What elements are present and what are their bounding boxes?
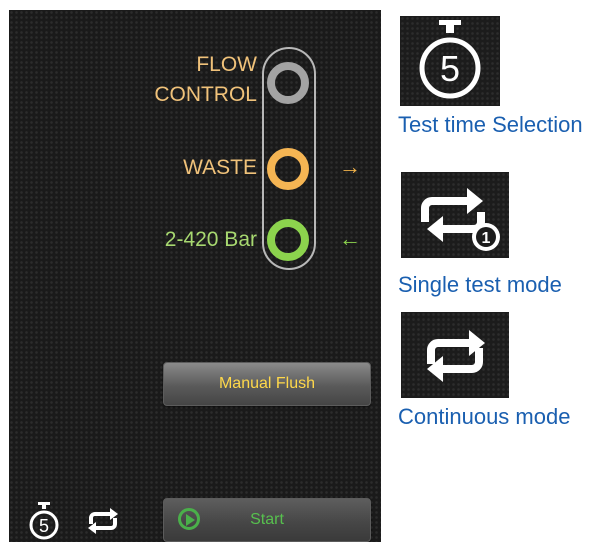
repeat-icon	[427, 330, 485, 382]
pressure-arrow-icon: ←	[339, 226, 361, 251]
start-button[interactable]: Start	[163, 498, 371, 542]
legend-continuous-label: Continuous mode	[398, 404, 571, 429]
green-ring-icon	[267, 219, 309, 261]
repeat-icon[interactable]	[83, 506, 123, 536]
pressure-range-label: 2-420 Bar	[164, 228, 257, 251]
timer-digit: 5	[39, 516, 49, 536]
repeat-once-icon: 1	[421, 188, 500, 251]
legend-stopwatch-tile: 5	[400, 16, 500, 106]
stopwatch-icon[interactable]: 5	[27, 501, 61, 541]
gray-ring-icon	[267, 62, 309, 104]
device-screen: FLOW CONTROL WASTE 2-420 Bar → ← Manual …	[9, 10, 381, 542]
waste-arrow-icon: →	[339, 154, 361, 179]
legend-single-tile: 1	[401, 172, 509, 258]
start-label: Start	[250, 511, 284, 528]
waste-label: WASTE	[183, 156, 257, 179]
play-icon	[178, 508, 200, 530]
flow-control-label: FLOW CONTROL	[154, 53, 257, 106]
manual-flush-button[interactable]: Manual Flush	[163, 362, 371, 406]
stopwatch-icon: 5	[419, 20, 481, 99]
legend-timer-digit: 5	[440, 48, 460, 89]
legend-single-test-label: Single test mode	[398, 272, 562, 297]
single-mode-digit: 1	[482, 230, 491, 247]
legend-continuous-tile	[401, 312, 509, 398]
legend-test-time-label: Test time Selection	[398, 112, 583, 137]
orange-ring-icon	[267, 148, 309, 190]
